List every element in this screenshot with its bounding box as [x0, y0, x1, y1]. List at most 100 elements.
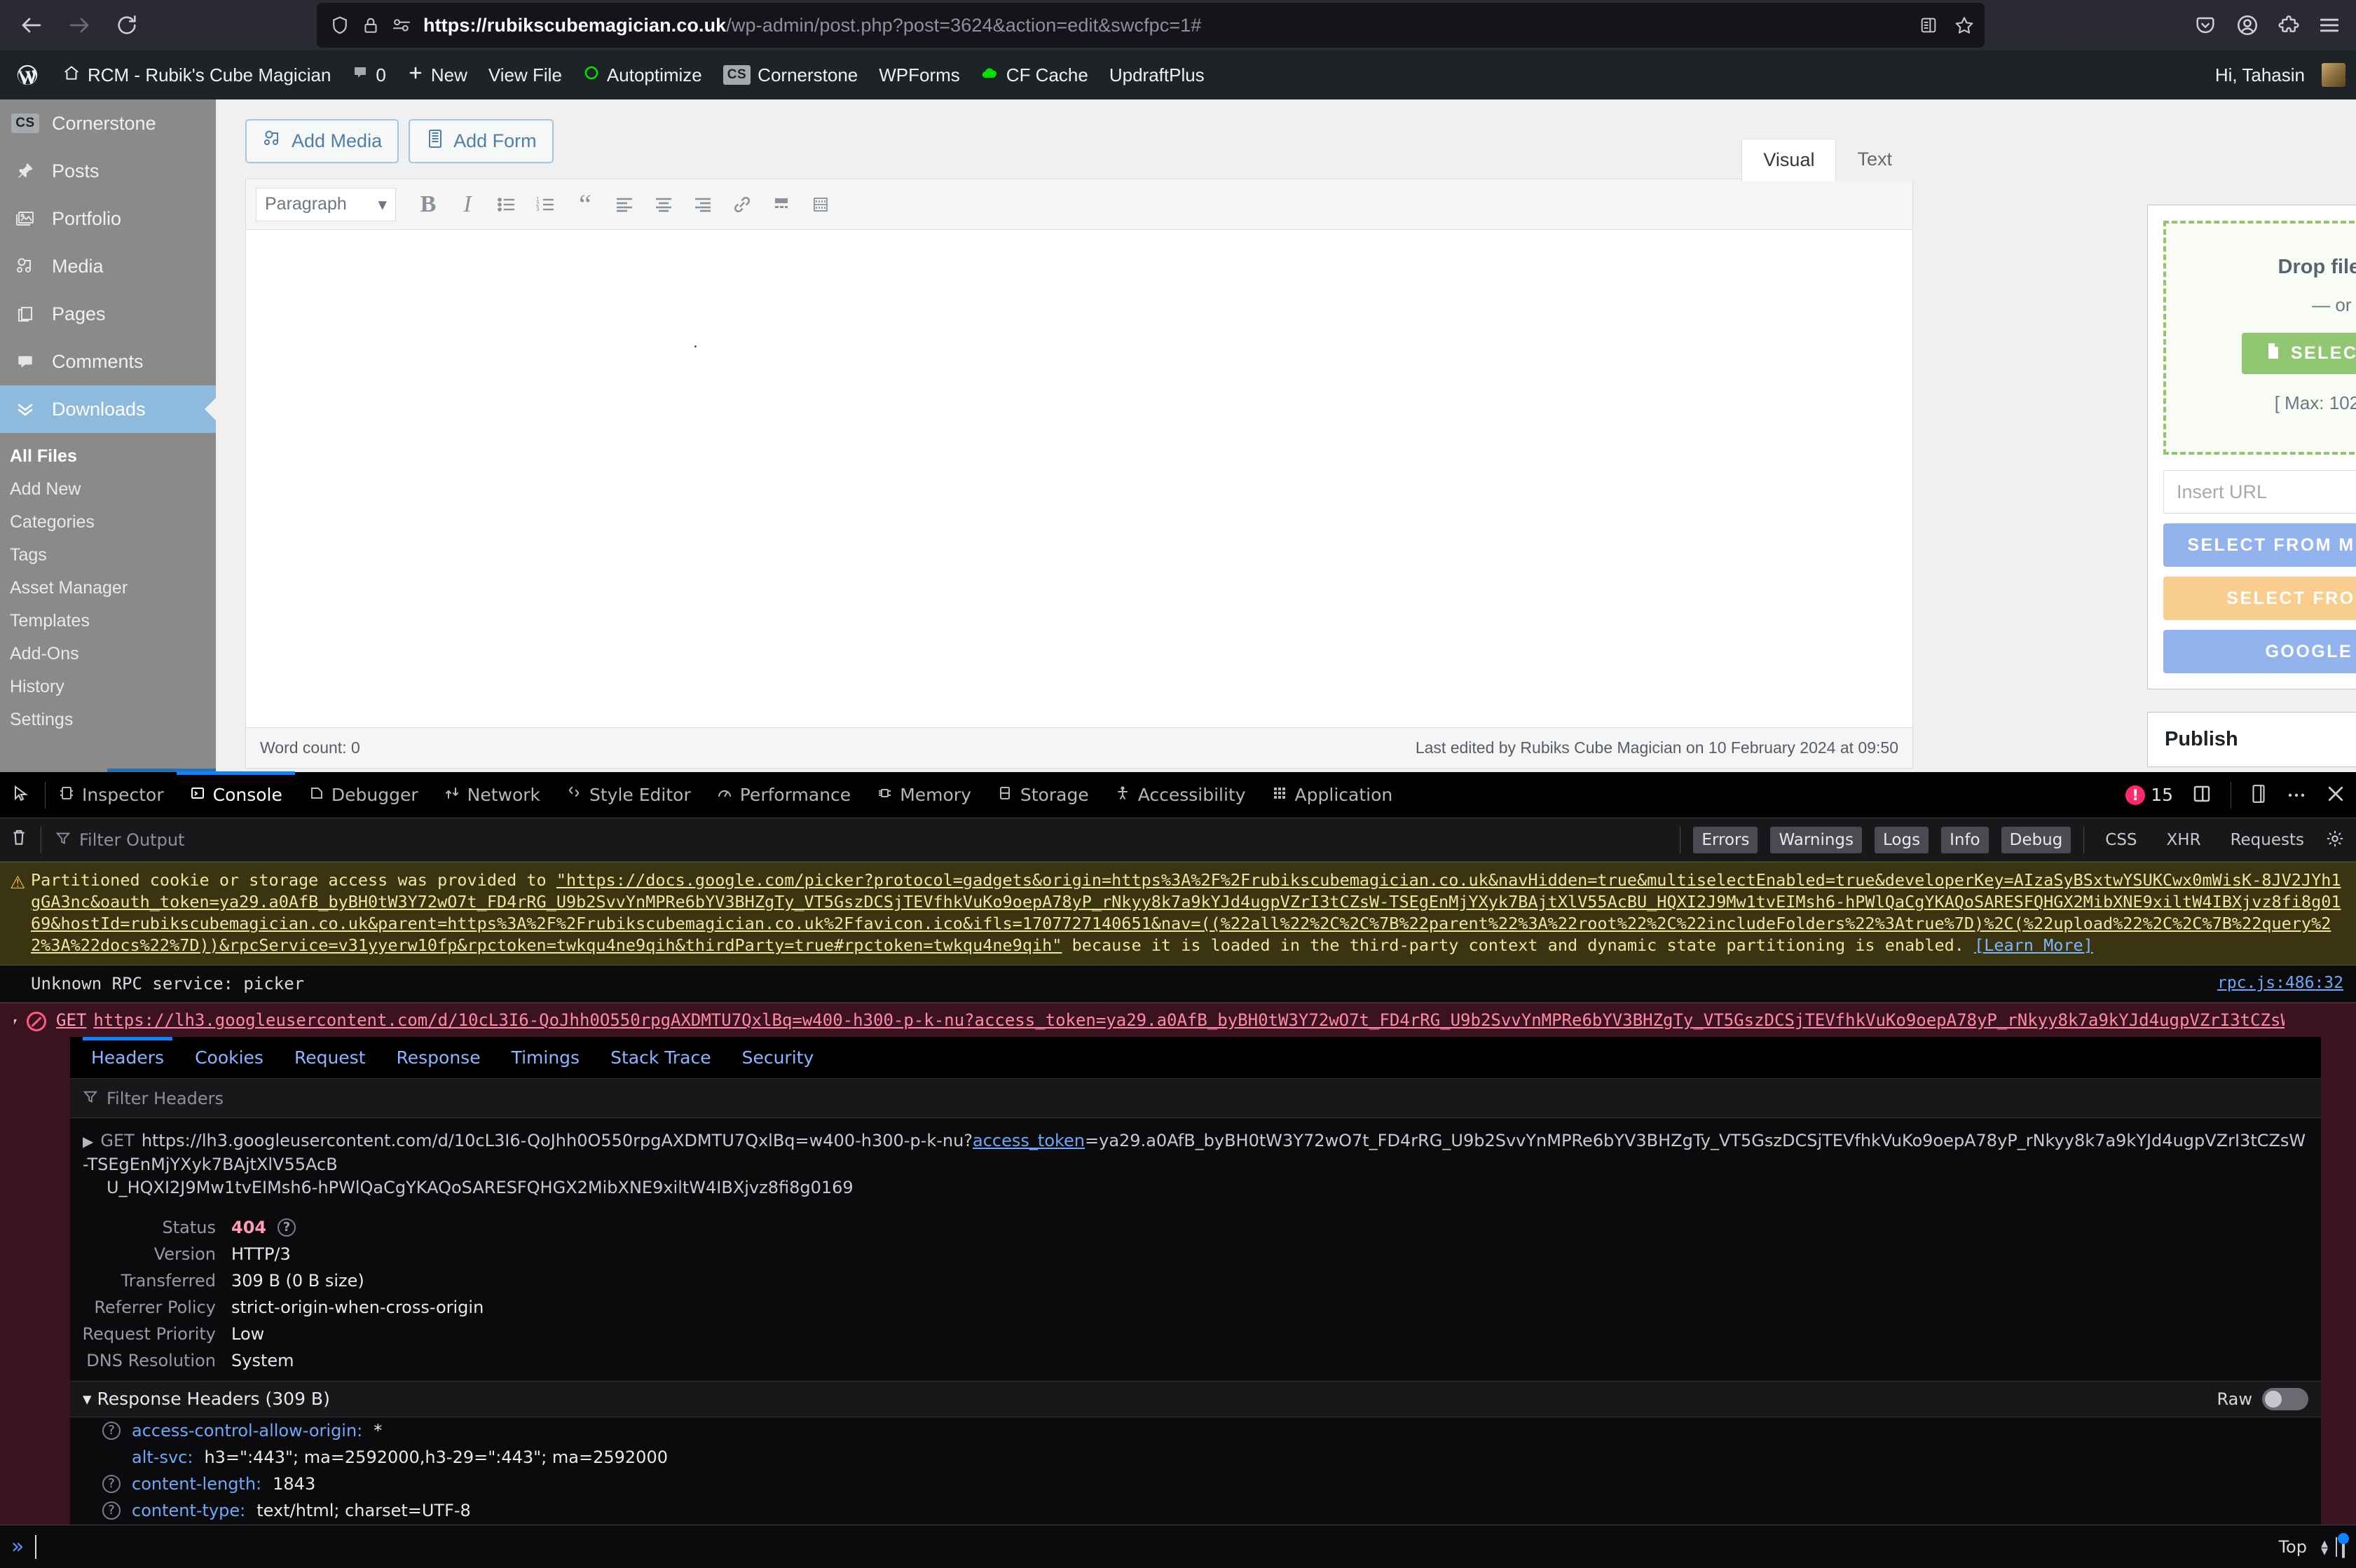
editor-content-area[interactable]: [246, 230, 1912, 727]
filter-output-input[interactable]: Filter Output: [41, 830, 184, 850]
menu-icon[interactable]: [2318, 16, 2341, 34]
sidebar-item-downloads[interactable]: Downloads: [0, 385, 216, 433]
raw-toggle[interactable]: Raw: [2217, 1387, 2308, 1410]
save-to-pocket-icon[interactable]: [2193, 14, 2217, 36]
header-name[interactable]: content-type:: [132, 1501, 245, 1520]
select-file-button[interactable]: SELECT FILE: [2241, 333, 2356, 374]
help-icon[interactable]: ?: [102, 1501, 121, 1520]
submenu-item-add-ons[interactable]: Add-Ons: [0, 638, 216, 670]
new-content-item[interactable]: New: [397, 50, 478, 99]
sidebar-item-portfolio[interactable]: Portfolio: [0, 195, 216, 242]
format-select[interactable]: Paragraph ▾: [256, 187, 396, 221]
dropzone[interactable]: Drop file here — or — SELECT FILE [ Max:…: [2163, 221, 2356, 455]
select-from-media-library-button[interactable]: SELECT FROM MEDIA LIBRARY: [2163, 523, 2356, 567]
error-request-link[interactable]: GET https://lh3.googleusercontent.com/d/1…: [56, 1010, 2285, 1030]
extensions-icon[interactable]: [2278, 14, 2300, 36]
submenu-item-history[interactable]: History: [0, 670, 216, 703]
tab-inspector[interactable]: Inspector: [46, 772, 177, 818]
submenu-item-templates[interactable]: Templates: [0, 605, 216, 638]
select-from-server-button[interactable]: SELECT FROM SERVER: [2163, 577, 2356, 620]
toolbar-toggle-icon[interactable]: [802, 186, 839, 223]
nettab-response[interactable]: Response: [381, 1037, 496, 1079]
address-bar[interactable]: https://rubikscubemagician.co.uk/wp-admi…: [317, 3, 1985, 48]
tab-style-editor[interactable]: Style Editor: [553, 772, 704, 818]
updraftplus-item[interactable]: UpdraftPlus: [1099, 50, 1215, 99]
response-headers-section-header[interactable]: ▾ Response Headers (309 B) Raw: [70, 1380, 2321, 1417]
console-source-link[interactable]: rpc.js:486:32: [2217, 974, 2343, 992]
nettab-timings[interactable]: Timings: [496, 1037, 596, 1079]
submenu-item-tags[interactable]: Tags: [0, 539, 216, 572]
dock-icon[interactable]: [2249, 783, 2268, 807]
console-log-row[interactable]: Unknown RPC service: picker rpc.js:486:3…: [0, 965, 2356, 1003]
bold-icon[interactable]: B: [410, 186, 446, 223]
chip-warnings[interactable]: Warnings: [1770, 826, 1863, 853]
chip-xhr[interactable]: XHR: [2158, 827, 2210, 853]
read-more-icon[interactable]: [763, 186, 800, 223]
sidebar-item-pages[interactable]: Pages: [0, 290, 216, 338]
submenu-item-categories[interactable]: Categories: [0, 506, 216, 539]
comments-item[interactable]: 0: [341, 50, 396, 99]
chip-errors[interactable]: Errors: [1693, 826, 1758, 853]
header-name[interactable]: access-control-allow-origin:: [132, 1421, 362, 1440]
view-file-item[interactable]: View File: [478, 50, 573, 99]
tab-storage[interactable]: Storage: [984, 772, 1102, 818]
error-count-badge[interactable]: ! 15: [2125, 785, 2173, 805]
cornerstone-item[interactable]: CS Cornerstone: [713, 50, 868, 99]
site-name-item[interactable]: RCM - Rubik's Cube Magician: [52, 50, 341, 99]
lock-icon[interactable]: [362, 15, 380, 35]
bulleted-list-icon[interactable]: [488, 186, 525, 223]
bookmark-star-icon[interactable]: [1954, 15, 1975, 36]
expand-triangle-icon[interactable]: ▶: [83, 1133, 100, 1150]
nettab-stack-trace[interactable]: Stack Trace: [595, 1037, 726, 1079]
tab-performance[interactable]: Performance: [704, 772, 863, 818]
google-drive-button[interactable]: GOOGLE DRIVE: [2163, 630, 2356, 673]
reader-icon[interactable]: [1919, 15, 1938, 35]
tab-network[interactable]: Network: [431, 772, 553, 818]
account-icon[interactable]: [2235, 13, 2259, 37]
context-selector-icon[interactable]: ▴ ▾: [2321, 1536, 2328, 1557]
permissions-icon[interactable]: [391, 16, 412, 34]
header-name[interactable]: content-length:: [132, 1474, 261, 1494]
forward-icon[interactable]: [57, 4, 101, 47]
align-center-icon[interactable]: [645, 186, 682, 223]
sidebar-item-media[interactable]: Media: [0, 242, 216, 290]
editor-mode-icon[interactable]: [2338, 1532, 2349, 1558]
tab-visual[interactable]: Visual: [1741, 139, 1837, 181]
help-icon[interactable]: ?: [102, 1474, 121, 1493]
tab-accessibility[interactable]: Accessibility: [1102, 772, 1259, 818]
submenu-item-add-new[interactable]: Add New: [0, 473, 216, 506]
element-picker-icon[interactable]: [0, 785, 45, 806]
chip-logs[interactable]: Logs: [1875, 826, 1929, 853]
blockquote-icon[interactable]: “: [567, 186, 603, 223]
console-settings-icon[interactable]: [2325, 829, 2345, 851]
eval-context-label[interactable]: Top: [2278, 1537, 2307, 1557]
nettab-cookies[interactable]: Cookies: [179, 1037, 279, 1079]
chip-debug[interactable]: Debug: [2001, 826, 2071, 853]
add-media-button[interactable]: Add Media: [245, 119, 399, 163]
console-input-bar[interactable]: » Top ▴ ▾: [0, 1525, 2356, 1568]
align-right-icon[interactable]: [685, 186, 721, 223]
responsive-mode-icon[interactable]: [2191, 783, 2212, 807]
nettab-headers[interactable]: Headers: [76, 1036, 179, 1079]
shield-icon[interactable]: [329, 15, 350, 36]
submenu-item-all-files[interactable]: All Files: [0, 440, 216, 473]
sidebar-item-comments[interactable]: Comments: [0, 338, 216, 385]
back-icon[interactable]: [10, 4, 53, 47]
raw-switch[interactable]: [2262, 1387, 2308, 1410]
chip-info[interactable]: Info: [1941, 826, 1989, 853]
tab-text[interactable]: Text: [1836, 139, 1913, 181]
reload-icon[interactable]: [105, 4, 149, 47]
howdy-item[interactable]: Hi, Tahasin: [2205, 50, 2356, 99]
help-icon[interactable]: ?: [102, 1421, 121, 1440]
tab-memory[interactable]: Memory: [863, 772, 984, 818]
header-name[interactable]: alt-svc:: [132, 1447, 193, 1467]
insert-url-input[interactable]: Insert URL: [2163, 470, 2356, 514]
admin-bar-account[interactable]: Hi, Tahasin: [2205, 50, 2356, 99]
filter-headers-input[interactable]: Filter Headers: [70, 1079, 2321, 1119]
nettab-request[interactable]: Request: [279, 1037, 381, 1079]
numbered-list-icon[interactable]: 123: [528, 186, 564, 223]
cf-cache-item[interactable]: CF Cache: [971, 50, 1099, 99]
learn-more-link[interactable]: [Learn More]: [1974, 935, 2093, 955]
console-error-header[interactable]: ▼ GEThttps://lh3.googleusercontent.com/d…: [0, 1010, 2346, 1032]
link-icon[interactable]: [724, 186, 760, 223]
